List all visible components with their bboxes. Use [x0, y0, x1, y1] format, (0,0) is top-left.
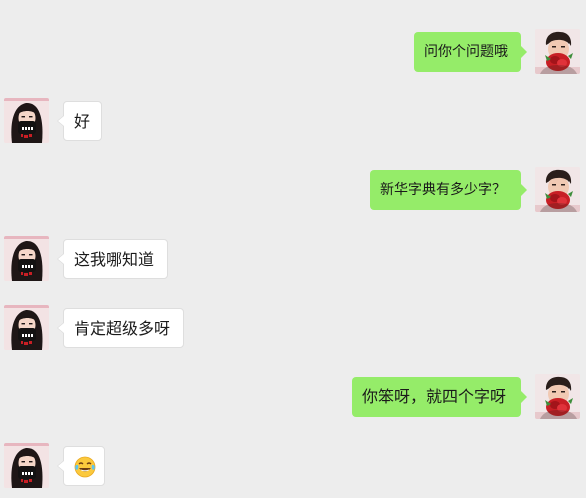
- message-text: 新华字典有多少字？: [380, 182, 506, 198]
- girl-with-mask-icon: [4, 236, 49, 281]
- message-text: 好: [74, 112, 91, 131]
- message-text: 你笨呀，就四个字呀: [362, 387, 507, 406]
- user-avatar[interactable]: [535, 167, 580, 212]
- tears-of-joy-emoji-icon: [74, 456, 96, 478]
- girl-with-mask-icon: [4, 305, 49, 350]
- contact-avatar[interactable]: [4, 305, 49, 350]
- message-bubble[interactable]: 问你个问题哦: [414, 32, 527, 72]
- message-text: 问你个问题哦: [424, 44, 508, 60]
- user-avatar[interactable]: [535, 374, 580, 419]
- message-bubble[interactable]: 好: [57, 101, 102, 141]
- message-bubble[interactable]: 你笨呀，就四个字呀: [352, 377, 527, 417]
- contact-avatar[interactable]: [4, 98, 49, 143]
- message-text: 这我哪知道: [74, 250, 155, 269]
- message-bubble[interactable]: 这我哪知道: [57, 239, 168, 279]
- contact-avatar[interactable]: [4, 236, 49, 281]
- boy-with-mask-icon: [535, 374, 580, 419]
- user-avatar[interactable]: [535, 29, 580, 74]
- message-bubble[interactable]: 新华字典有多少字？: [370, 170, 527, 210]
- message-bubble[interactable]: [57, 446, 105, 486]
- message-text: 肯定超级多呀: [74, 319, 171, 338]
- message-bubble[interactable]: 肯定超级多呀: [57, 308, 184, 348]
- boy-with-mask-icon: [535, 167, 580, 212]
- boy-with-mask-icon: [535, 29, 580, 74]
- girl-with-mask-icon: [4, 98, 49, 143]
- girl-with-mask-icon: [4, 443, 49, 488]
- contact-avatar[interactable]: [4, 443, 49, 488]
